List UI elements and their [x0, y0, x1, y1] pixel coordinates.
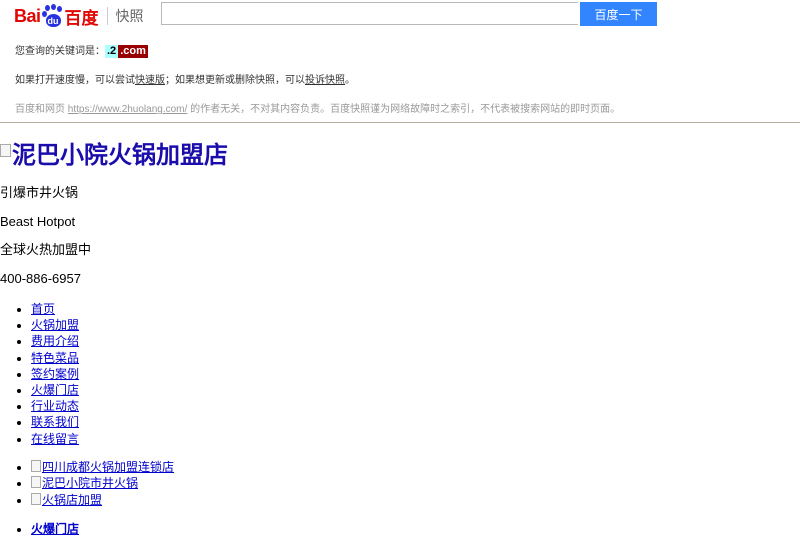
tip-suffix: 。 — [345, 75, 355, 86]
logo-text-cn: 百度 — [64, 8, 99, 28]
broken-image-icon — [31, 492, 41, 505]
nav-link-stores[interactable]: 火爆门店 — [31, 383, 79, 397]
site-logo-alt: 泥巴小院火锅加盟店 — [12, 142, 228, 169]
speed-tip: 如果打开速度慢，可以尝试快速版；如果想更新或删除快照，可以投诉快照。 — [15, 71, 355, 86]
baidu-cache-header: Bai du 百度 快照 百度一下 您查询的关键词是： .2 .com 如果打开速度… — [0, 0, 800, 123]
broken-image-icon — [0, 143, 11, 157]
site-logo[interactable]: 泥巴小院火锅加盟店 — [0, 138, 800, 174]
nav-link-news[interactable]: 行业动态 — [31, 399, 79, 413]
paw-icon: du — [41, 4, 64, 27]
tip-middle: ；如果想更新或删除快照，可以 — [165, 75, 305, 86]
logo-divider — [106, 7, 108, 25]
nav-link-fees[interactable]: 费用介绍 — [31, 334, 79, 348]
slogan-line: 引爆市井火锅 — [0, 185, 79, 200]
banner-link[interactable]: 泥巴小院市井火锅 — [31, 476, 138, 490]
complaint-link[interactable]: 投诉快照 — [305, 75, 345, 86]
nav-link-contact[interactable]: 联系我们 — [31, 415, 79, 429]
nav-item: 首页 — [31, 301, 800, 317]
keyword-line: 您查询的关键词是： .2 .com — [15, 42, 148, 58]
banner-list: 四川成都火锅加盟连锁店 泥巴小院市井火锅 火锅店加盟 — [0, 459, 800, 509]
fast-version-link[interactable]: 快速版 — [135, 75, 165, 86]
nav-link-cases[interactable]: 签约案例 — [31, 367, 79, 381]
nav-link-message[interactable]: 在线留言 — [31, 432, 79, 446]
banner-alt: 泥巴小院市井火锅 — [42, 476, 139, 491]
banner-alt: 四川成都火锅加盟连锁店 — [42, 459, 175, 474]
nav-item: 行业动态 — [31, 398, 800, 414]
nav-item: 联系我们 — [31, 414, 800, 430]
logo-text-bai: Bai — [14, 5, 41, 26]
search-button[interactable]: 百度一下 — [580, 2, 657, 26]
nav-link-franchise[interactable]: 火锅加盟 — [31, 318, 79, 332]
brand-name: Beast Hotpot — [0, 213, 76, 229]
nav-item: 火锅加盟 — [31, 317, 800, 333]
phone-number: 400-886-6957 — [0, 270, 81, 286]
disclaimer: 百度和网页 https://www.2huolang.com/ 的作者无关，不对… — [15, 100, 620, 115]
disclaimer-prefix: 百度和网页 — [15, 104, 68, 115]
banner-item: 火锅店加盟 — [31, 492, 800, 509]
keyword-highlight-1: .2 — [105, 45, 119, 58]
cached-page: 泥巴小院火锅加盟店 引爆市井火锅 Beast Hotpot 全球火热加盟中 40… — [0, 138, 800, 537]
nav-link-home[interactable]: 首页 — [31, 302, 55, 316]
banner-alt: 火锅店加盟 — [42, 492, 103, 507]
banner-item: 四川成都火锅加盟连锁店 — [31, 459, 800, 476]
banner-link[interactable]: 火锅店加盟 — [31, 492, 103, 507]
category-link-stores[interactable]: 火爆门店 — [31, 522, 79, 536]
baidu-logo[interactable]: Bai du 百度 快照 — [14, 1, 144, 31]
category-list: 火爆门店 — [0, 521, 800, 537]
nav-item: 签约案例 — [31, 366, 800, 382]
disclaimer-suffix: 的作者无关，不对其内容负责。百度快照谨为网络故障时之索引，不代表被搜索网站的即时… — [187, 104, 621, 115]
source-url-link[interactable]: https://www.2huolang.com/ — [68, 104, 188, 115]
banner-item: 泥巴小院市井火锅 — [31, 475, 800, 492]
main-nav: 首页 火锅加盟 费用介绍 特色菜品 签约案例 火爆门店 行业动态 联系我们 在线… — [0, 301, 800, 447]
nav-item: 火爆门店 — [31, 382, 800, 398]
keyword-label: 您查询的关键词是： — [15, 46, 105, 57]
banner-link[interactable]: 四川成都火锅加盟连锁店 — [31, 459, 175, 474]
category-item: 火爆门店 — [31, 521, 800, 537]
franchise-line: 全球火热加盟中 — [0, 242, 92, 257]
broken-image-icon — [31, 476, 41, 489]
broken-image-icon — [31, 459, 41, 472]
nav-item: 在线留言 — [31, 431, 800, 447]
nav-item: 特色菜品 — [31, 350, 800, 366]
keyword-highlight-2: .com — [118, 45, 148, 58]
tip-prefix: 如果打开速度慢，可以尝试 — [15, 75, 135, 86]
search-input[interactable] — [161, 2, 578, 25]
nav-link-dishes[interactable]: 特色菜品 — [31, 351, 79, 365]
logo-section-label: 快照 — [115, 8, 144, 24]
nav-item: 费用介绍 — [31, 333, 800, 349]
